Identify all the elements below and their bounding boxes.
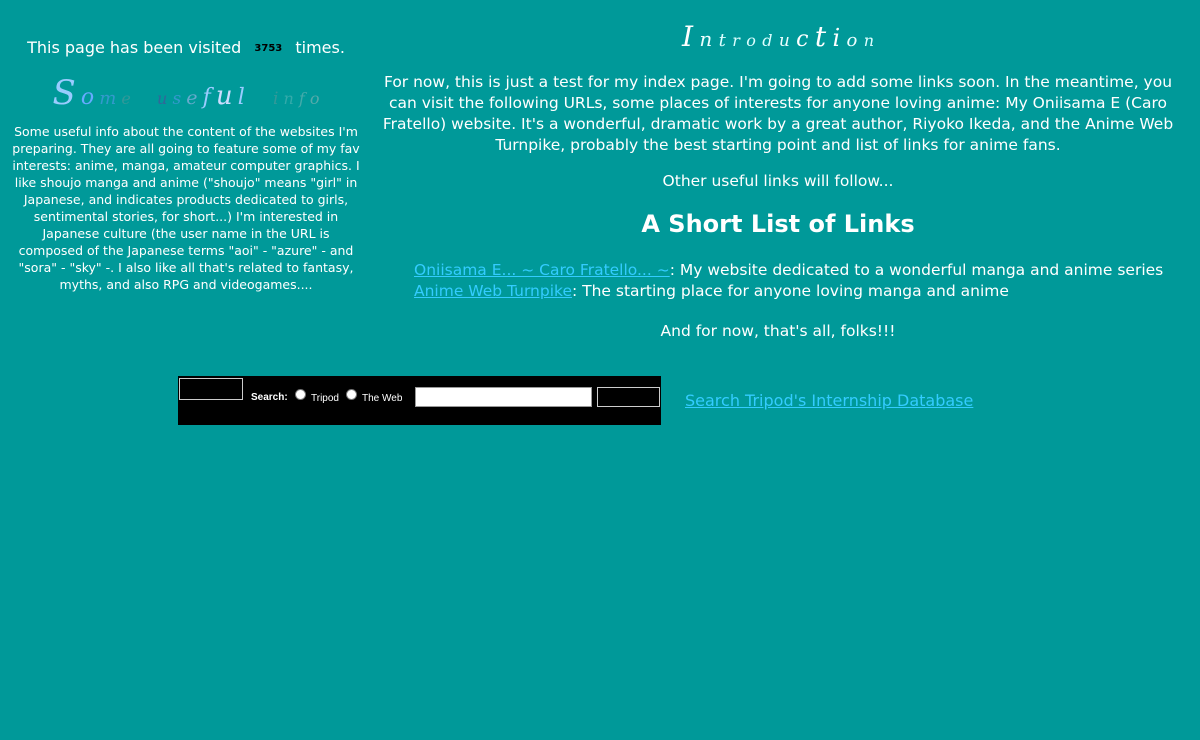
useful-info-text: Some useful info about the content of th… <box>12 123 360 292</box>
heading-letter: m <box>99 87 117 109</box>
visit-prefix: This page has been visited <box>27 38 242 57</box>
title-letter: c <box>796 27 809 52</box>
heading-letter: S <box>52 72 76 113</box>
tripod-search-bar: Search: Tripod The Web <box>178 376 661 425</box>
tripod-logo-image[interactable] <box>179 378 243 400</box>
visit-counter-line: This page has been visited 3753 times. <box>10 38 362 59</box>
title-letter: n <box>863 31 875 50</box>
title-letter: i <box>832 24 841 52</box>
radio-the-web-label: The Web <box>362 393 403 404</box>
list-item: Oniisama E... ~ Caro Fratello... ~: My w… <box>414 260 1188 281</box>
link-description: : My website dedicated to a wonderful ma… <box>669 261 1164 279</box>
heading-letter: l <box>237 84 245 110</box>
link-description: : The starting place for anyone loving m… <box>571 282 1009 300</box>
title-letter: t <box>814 20 827 53</box>
title-letter: t <box>718 30 726 51</box>
title-letter: o <box>746 31 756 50</box>
list-item: Anime Web Turnpike: The starting place f… <box>414 281 1188 302</box>
heading-letter: e <box>186 86 198 109</box>
heading-letter: u <box>215 80 233 111</box>
radio-tripod[interactable] <box>295 389 306 400</box>
title-letter: r <box>732 31 740 50</box>
visit-counter: 3753 <box>250 38 287 59</box>
heading-letter: f <box>298 88 305 108</box>
heading-letter: i <box>272 88 279 109</box>
heading-letter: o <box>80 84 95 110</box>
heading-letter: n <box>283 88 294 108</box>
title-letter: u <box>778 31 790 51</box>
radio-tripod-label: Tripod <box>311 393 339 404</box>
internship-database-link[interactable]: Search Tripod's Internship Database <box>685 391 973 410</box>
radio-the-web[interactable] <box>346 389 357 400</box>
introduction-heading: I n t r o d u c t i o n <box>368 20 1188 58</box>
some-useful-info-heading: S o m e u s e f u l i n f o <box>10 73 362 115</box>
heading-letter: o <box>309 88 320 108</box>
search-input[interactable] <box>415 387 592 407</box>
anime-web-turnpike-link[interactable]: Anime Web Turnpike <box>414 282 572 300</box>
closing-text: And for now, that's all, folks!!! <box>660 322 896 340</box>
links-list-heading: A Short List of Links <box>641 210 915 238</box>
introduction-text: For now, this is just a test for my inde… <box>382 73 1174 154</box>
heading-letter: u <box>157 88 168 108</box>
search-label: Search: <box>251 392 288 403</box>
oniisama-link[interactable]: Oniisama E... ~ Caro Fratello... ~ <box>414 261 670 279</box>
heading-letter: e <box>121 88 131 108</box>
title-letter: I <box>681 20 694 53</box>
search-go-button[interactable] <box>597 387 660 407</box>
heading-letter: s <box>172 88 182 109</box>
heading-letter: f <box>202 84 211 110</box>
title-letter: d <box>762 31 773 50</box>
visit-suffix: times. <box>295 38 345 57</box>
links-list: Oniisama E... ~ Caro Fratello... ~: My w… <box>414 260 1188 302</box>
left-column: This page has been visited 3753 times. S… <box>10 30 362 293</box>
other-links-note: Other useful links will follow... <box>662 172 894 190</box>
right-column: I n t r o d u c t i o n For now, this is… <box>368 20 1188 340</box>
title-letter: o <box>846 30 858 51</box>
title-letter: n <box>699 27 713 51</box>
